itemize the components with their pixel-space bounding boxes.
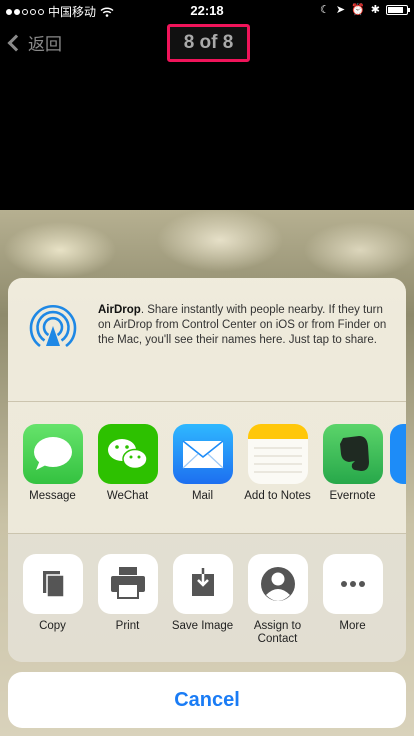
action-assign-contact[interactable]: Assign to Contact: [240, 554, 315, 646]
contact-icon: [247, 554, 308, 614]
save-image-icon: [172, 554, 233, 614]
share-app-evernote[interactable]: Evernote: [315, 424, 390, 503]
location-icon: ➤: [335, 4, 346, 16]
evernote-icon: [322, 424, 383, 484]
chevron-left-icon: [7, 34, 25, 51]
app-icon: [390, 424, 406, 484]
action-label: Assign to Contact: [253, 620, 302, 645]
status-indicators: ☾ ➤ ⏰ ✱: [319, 3, 410, 16]
share-app-message[interactable]: Message: [15, 424, 90, 503]
share-app-mail[interactable]: Mail: [165, 424, 240, 503]
share-app-wechat[interactable]: WeChat: [90, 424, 165, 503]
action-label: Print: [115, 620, 140, 632]
share-app-label: WeChat: [106, 490, 149, 502]
share-app-label: Message: [29, 490, 76, 502]
navigation-bar: 返回 8 of 8: [0, 20, 414, 64]
share-app-label: Evernote: [329, 490, 376, 502]
action-row: Copy Print Save Image Assign to Contact …: [8, 534, 406, 662]
mail-icon: [172, 424, 233, 484]
action-label: Copy: [39, 620, 66, 632]
status-bar: 中国移动 22:18 ☾ ➤ ⏰ ✱: [0, 0, 414, 20]
notes-icon: [247, 424, 308, 484]
share-sheet: AirDrop. Share instantly with people nea…: [8, 278, 406, 662]
airdrop-section[interactable]: AirDrop. Share instantly with people nea…: [8, 278, 406, 402]
more-icon: [322, 554, 383, 614]
app-share-row: Message WeChat Mail Add to Notes Evernot…: [8, 402, 406, 534]
cancel-button[interactable]: Cancel: [8, 672, 406, 728]
moon-icon: ☾: [319, 4, 330, 16]
airdrop-body: . Share instantly with people nearby. If…: [98, 304, 387, 346]
share-app-partial[interactable]: [390, 424, 406, 484]
photo-counter: 8 of 8: [167, 24, 250, 62]
action-label: More: [339, 620, 366, 632]
battery-icon: [386, 4, 410, 15]
airdrop-title: AirDrop: [98, 304, 141, 316]
action-label: Save Image: [171, 620, 234, 632]
action-print[interactable]: Print: [90, 554, 165, 633]
airdrop-description: AirDrop. Share instantly with people nea…: [98, 303, 388, 348]
alarm-icon: ⏰: [351, 4, 365, 16]
share-app-label: Add to Notes: [244, 490, 311, 502]
action-save-image[interactable]: Save Image: [165, 554, 240, 633]
wechat-icon: [97, 424, 158, 484]
message-icon: [22, 424, 83, 484]
share-app-notes[interactable]: Add to Notes: [240, 424, 315, 503]
action-more[interactable]: More: [315, 554, 390, 633]
action-copy[interactable]: Copy: [15, 554, 90, 633]
back-button[interactable]: 返回: [7, 30, 62, 55]
bluetooth-icon: ✱: [370, 4, 380, 16]
back-label: 返回: [28, 35, 62, 54]
airdrop-icon: [29, 305, 77, 348]
share-app-label: Mail: [191, 490, 214, 502]
copy-icon: [22, 554, 83, 614]
print-icon: [97, 554, 158, 614]
